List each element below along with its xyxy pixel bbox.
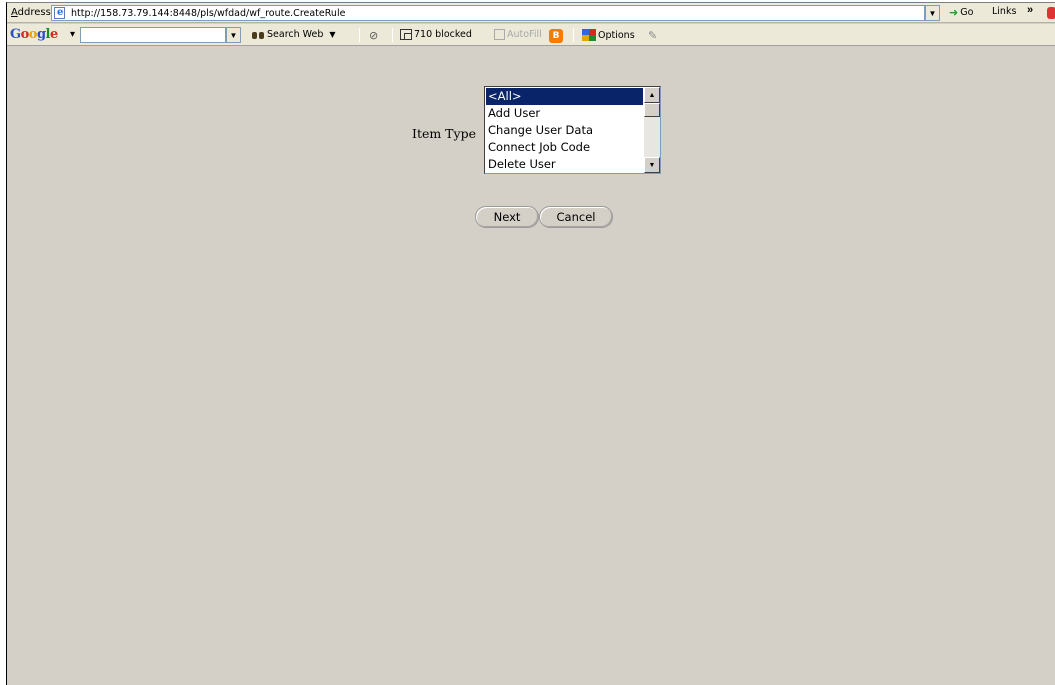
- list-option-connect-job-code[interactable]: Connect Job Code: [486, 139, 643, 156]
- search-web-dropdown-icon[interactable]: ▼: [329, 30, 335, 39]
- search-web-button[interactable]: Search Web ▼: [252, 29, 336, 40]
- blogger-button[interactable]: B: [549, 29, 563, 43]
- scroll-down-button[interactable]: ▼: [644, 157, 660, 173]
- item-type-options: <All> Add User Change User Data Connect …: [486, 88, 643, 173]
- address-bar: Address e http://158.73.79.144:8448/pls/…: [7, 3, 1055, 23]
- address-label: Address: [11, 7, 51, 18]
- address-url[interactable]: http://158.73.79.144:8448/pls/wfdad/wf_r…: [71, 8, 345, 19]
- toolbar-extension-icon[interactable]: [1047, 7, 1055, 19]
- toolbar-separator: [359, 28, 360, 42]
- go-arrow-icon: ➜: [949, 6, 959, 19]
- popup-blocker-button[interactable]: 710 blocked: [400, 29, 472, 40]
- list-option-add-user[interactable]: Add User: [486, 105, 643, 122]
- cancel-button[interactable]: Cancel: [539, 206, 613, 228]
- news-icon: ⊘: [369, 29, 379, 42]
- autofill-button[interactable]: AutoFill: [494, 29, 542, 40]
- toolbar-separator: [392, 28, 393, 42]
- popup-blocker-icon: [400, 29, 412, 40]
- google-toolbar: Google ▾ ▼ Search Web ▼ ⊘ 710 blocked Au…: [7, 24, 1055, 46]
- scroll-up-button[interactable]: ▲: [644, 87, 660, 103]
- links-chevron-icon[interactable]: »: [1027, 4, 1033, 16]
- list-option-change-user-data[interactable]: Change User Data: [486, 122, 643, 139]
- list-option-all[interactable]: <All>: [486, 88, 643, 105]
- pencil-icon: ✎: [648, 29, 658, 42]
- address-dropdown-button[interactable]: ▼: [925, 5, 940, 21]
- item-type-listbox[interactable]: <All> Add User Change User Data Connect …: [484, 86, 661, 174]
- options-button[interactable]: Options: [582, 29, 635, 41]
- blogger-icon: B: [549, 29, 563, 43]
- listbox-scrollbar[interactable]: ▲ ▼: [644, 87, 660, 173]
- autofill-icon: [494, 29, 505, 40]
- google-search-dropdown-button[interactable]: ▼: [226, 27, 241, 43]
- ie-page-icon: e: [54, 7, 68, 19]
- highlight-button[interactable]: ✎: [648, 29, 657, 42]
- google-menu-arrow-icon[interactable]: ▾: [70, 29, 75, 40]
- list-option-delete-user[interactable]: Delete User: [486, 156, 643, 173]
- next-button[interactable]: Next: [475, 206, 539, 228]
- links-button[interactable]: Links: [992, 6, 1016, 17]
- news-button[interactable]: ⊘: [369, 29, 378, 42]
- scroll-thumb[interactable]: [644, 103, 660, 117]
- page-content: Item Type <All> Add User Change User Dat…: [7, 47, 1055, 685]
- binoculars-icon: [252, 29, 265, 40]
- address-input[interactable]: e http://158.73.79.144:8448/pls/wfdad/wf…: [51, 5, 925, 21]
- google-logo[interactable]: Google: [10, 27, 58, 42]
- item-type-label: Item Type: [412, 126, 476, 141]
- google-search-input[interactable]: [80, 27, 226, 43]
- browser-window: Address e http://158.73.79.144:8448/pls/…: [6, 2, 1055, 685]
- go-button[interactable]: ➜ Go: [949, 6, 973, 19]
- toolbar-separator: [573, 28, 574, 42]
- options-icon: [582, 29, 596, 41]
